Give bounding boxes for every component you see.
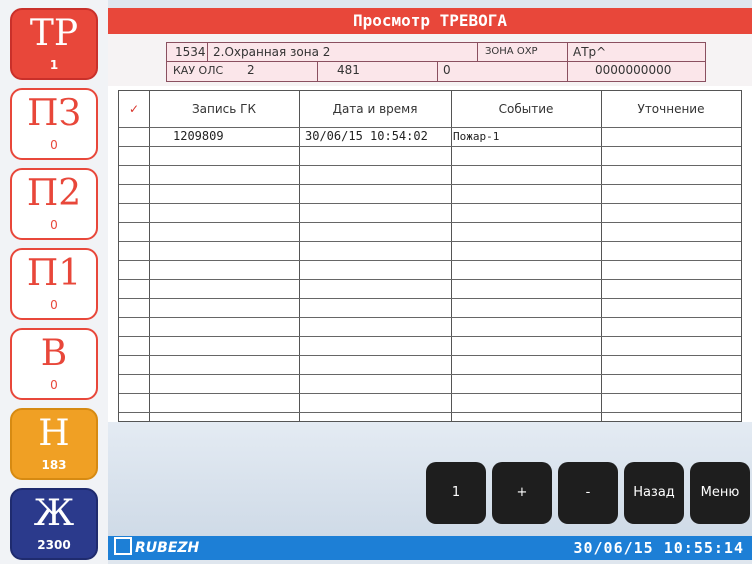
sidebar-button-label: Ж xyxy=(33,493,75,534)
info-divider xyxy=(167,61,705,62)
sidebar-button-v[interactable]: В 0 xyxy=(10,328,98,400)
row-divider xyxy=(119,241,741,242)
main-screen: Просмотр ТРЕВОГА 1534 2.Охранная зона 2 … xyxy=(108,8,752,560)
page-button[interactable]: 1 xyxy=(426,462,486,524)
info-panel: 1534 2.Охранная зона 2 ЗОНА ОХР АТр^ КАУ… xyxy=(108,34,752,86)
column-header-datetime: Дата и время xyxy=(332,102,418,116)
column-header-event: Событие xyxy=(498,102,554,116)
row-divider xyxy=(119,336,741,337)
sidebar-button-p1[interactable]: П1 0 xyxy=(10,248,98,320)
info-divider xyxy=(567,43,568,81)
column-header-detail: Уточнение xyxy=(637,102,705,116)
device-number: 2 xyxy=(247,63,255,77)
row-divider xyxy=(119,184,741,185)
sidebar-button-label: В xyxy=(40,333,68,374)
column-divider xyxy=(451,91,452,421)
row-divider xyxy=(119,374,741,375)
sidebar-button-tr[interactable]: ТР 1 xyxy=(10,8,98,80)
info-divider xyxy=(477,43,478,61)
column-header-record: Запись ГК xyxy=(191,102,256,116)
status-datetime: 30/06/15 10:55:14 xyxy=(573,539,744,557)
sidebar-button-count: 0 xyxy=(50,218,58,232)
sidebar-button-count: 0 xyxy=(50,298,58,312)
brand-name: RUBEZH xyxy=(135,540,200,556)
sidebar-button-pz[interactable]: ПЗ 0 xyxy=(10,88,98,160)
sidebar-button-count: 1 xyxy=(49,58,59,72)
sidebar-button-zh[interactable]: Ж 2300 xyxy=(10,488,98,560)
sidebar-button-label: ПЗ xyxy=(27,93,81,134)
row-divider xyxy=(119,412,741,413)
sidebar-button-label: П2 xyxy=(26,173,82,214)
sidebar-button-label: Н xyxy=(38,413,70,454)
sidebar-button-p2[interactable]: П2 0 xyxy=(10,168,98,240)
menu-button[interactable]: Меню xyxy=(690,462,750,524)
back-button[interactable]: Назад xyxy=(624,462,684,524)
column-header-check: ✓ xyxy=(128,102,140,116)
device-bezel: ТР 1 ПЗ 0 П2 0 П1 0 В 0 Н 183 Ж 2300 Про… xyxy=(0,0,752,564)
zone-type: ЗОНА ОХР xyxy=(485,46,538,57)
column-divider xyxy=(601,91,602,421)
row-divider xyxy=(119,146,741,147)
sidebar-button-count: 183 xyxy=(41,458,67,472)
column-divider xyxy=(149,91,150,421)
row-divider xyxy=(119,279,741,280)
plus-button[interactable]: + xyxy=(492,462,552,524)
row-divider xyxy=(119,203,741,204)
row-divider xyxy=(119,298,741,299)
row-divider xyxy=(119,165,741,166)
row-divider xyxy=(119,260,741,261)
row-divider xyxy=(119,355,741,356)
sidebar: ТР 1 ПЗ 0 П2 0 П1 0 В 0 Н 183 Ж 2300 xyxy=(0,0,108,564)
events-table: ✓ Запись ГК Дата и время Событие Уточнен… xyxy=(118,90,742,422)
column-divider xyxy=(299,91,300,421)
table-cell-event[interactable]: Пожар-1 xyxy=(453,128,499,146)
sidebar-button-count: 0 xyxy=(50,378,58,392)
minus-button[interactable]: - xyxy=(558,462,618,524)
device-code: 0000000000 xyxy=(595,63,672,77)
zone-number: 1534 xyxy=(175,45,206,59)
info-divider xyxy=(317,61,318,81)
zone-info-box: 1534 2.Охранная зона 2 ЗОНА ОХР АТр^ КАУ… xyxy=(166,42,706,82)
device-name: КАУ ОЛС xyxy=(173,64,224,77)
sidebar-button-n[interactable]: Н 183 xyxy=(10,408,98,480)
row-divider xyxy=(119,222,741,223)
device-value: 0 xyxy=(443,63,451,77)
zone-state: АТр^ xyxy=(573,45,607,59)
table-cell-record[interactable]: 1209809 xyxy=(173,127,224,145)
info-divider xyxy=(207,43,208,61)
sidebar-button-count: 2300 xyxy=(37,538,71,552)
row-divider xyxy=(119,317,741,318)
brand-logo: RUBEZH xyxy=(114,536,199,560)
zone-name: 2.Охранная зона 2 xyxy=(213,45,331,59)
device-address: 481 xyxy=(337,63,360,77)
table-cell-datetime[interactable]: 30/06/15 10:54:02 xyxy=(305,127,428,145)
sidebar-button-label: П1 xyxy=(26,253,82,294)
row-divider xyxy=(119,393,741,394)
sidebar-button-count: 0 xyxy=(50,138,58,152)
sidebar-button-label: ТР xyxy=(29,13,79,54)
status-bar: RUBEZH 30/06/15 10:55:14 xyxy=(108,536,752,560)
logo-icon xyxy=(114,537,132,555)
page-title: Просмотр ТРЕВОГА xyxy=(108,8,752,34)
info-divider xyxy=(437,61,438,81)
